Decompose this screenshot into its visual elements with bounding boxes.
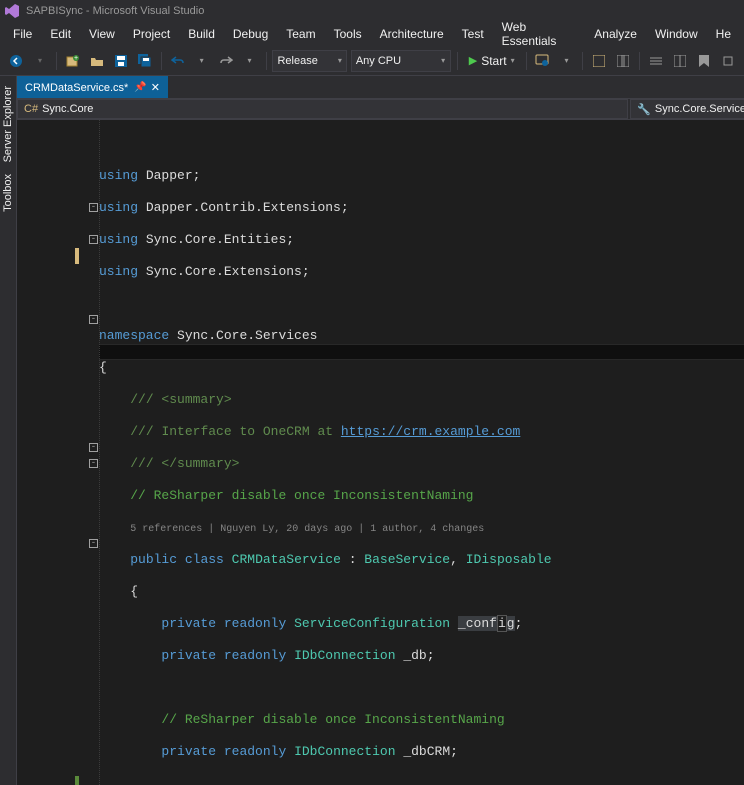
crm-url-link[interactable]: https://crm.example.com: [341, 424, 520, 439]
redo-dd[interactable]: ▾: [239, 49, 261, 73]
forward-button[interactable]: ▾: [29, 49, 51, 73]
code-content[interactable]: using Dapper; using Dapper.Contrib.Exten…: [99, 120, 744, 785]
separator: [266, 52, 267, 70]
scope-dropdown[interactable]: C# Sync.Core: [17, 99, 628, 119]
fold-toggle[interactable]: -: [89, 235, 98, 244]
separator: [56, 52, 57, 70]
menu-file[interactable]: File: [4, 24, 41, 44]
menu-view[interactable]: View: [80, 24, 124, 44]
pin-icon[interactable]: 📌: [134, 82, 146, 93]
separator: [161, 52, 162, 70]
browser-link-dd[interactable]: ▾: [555, 49, 577, 73]
title-text: SAPBISync - Microsoft Visual Studio: [26, 5, 204, 17]
new-project-button[interactable]: +: [62, 49, 84, 73]
server-explorer-tab[interactable]: Server Explorer: [0, 80, 16, 168]
btn-ext2[interactable]: [612, 49, 634, 73]
btn-ext1[interactable]: [588, 49, 610, 73]
start-button[interactable]: ▶Start▾: [463, 50, 521, 72]
save-button[interactable]: [110, 49, 132, 73]
browser-link-button[interactable]: [532, 49, 554, 73]
start-label: Start: [481, 54, 506, 68]
fold-toggle[interactable]: -: [89, 315, 98, 324]
open-button[interactable]: [86, 49, 108, 73]
vs-icon: [4, 3, 20, 19]
menu-architecture[interactable]: Architecture: [371, 24, 453, 44]
separator: [526, 52, 527, 70]
member-dropdown[interactable]: 🔧 Sync.Core.Services.CRMDataService: [630, 99, 744, 119]
fold-toggle[interactable]: -: [89, 203, 98, 212]
csharp-icon: C#: [24, 103, 38, 115]
config-label: Release: [277, 55, 317, 67]
code-editor[interactable]: - - - - - - using Dapper; using Dapper.C…: [17, 120, 744, 785]
menu-project[interactable]: Project: [124, 24, 179, 44]
menu-test[interactable]: Test: [453, 24, 493, 44]
fold-toggle[interactable]: -: [89, 539, 98, 548]
back-button[interactable]: [5, 49, 27, 73]
member-label: Sync.Core.Services.CRMDataService: [655, 103, 744, 115]
config-dropdown[interactable]: Release▾: [272, 50, 346, 72]
undo-button[interactable]: [167, 49, 189, 73]
titlebar: SAPBISync - Microsoft Visual Studio: [0, 0, 744, 22]
platform-label: Any CPU: [356, 55, 401, 67]
svg-text:+: +: [74, 55, 78, 62]
document-tab[interactable]: CRMDataService.cs* 📌 ✕: [17, 76, 168, 98]
separator: [457, 52, 458, 70]
editor-margin: - - - - - -: [17, 120, 99, 785]
separator: [582, 52, 583, 70]
tab-strip: CRMDataService.cs* 📌 ✕: [17, 76, 744, 98]
fold-toggle[interactable]: -: [89, 443, 98, 452]
close-icon[interactable]: ✕: [151, 81, 160, 94]
toolbar: ▾ + ▾ ▾ Release▾ Any CPU▾ ▶Start▾ ▾: [0, 46, 744, 76]
platform-dropdown[interactable]: Any CPU▾: [351, 50, 451, 72]
scope-label: Sync.Core: [42, 103, 93, 115]
separator: [639, 52, 640, 70]
codelens[interactable]: 5 references | Nguyen Ly, 20 days ago | …: [130, 524, 484, 535]
menu-build[interactable]: Build: [179, 24, 224, 44]
btn-ext3[interactable]: [645, 49, 667, 73]
class-icon: 🔧: [637, 103, 651, 116]
nav-strip: C# Sync.Core 🔧 Sync.Core.Services.CRMDat…: [17, 98, 744, 120]
left-tool-strip: Server Explorer Toolbox: [0, 76, 17, 785]
editor-area: CRMDataService.cs* 📌 ✕ C# Sync.Core 🔧 Sy…: [17, 76, 744, 785]
toolbox-tab[interactable]: Toolbox: [0, 168, 16, 218]
fold-toggle[interactable]: -: [89, 459, 98, 468]
menu-team[interactable]: Team: [277, 24, 324, 44]
menu-tools[interactable]: Tools: [325, 24, 371, 44]
menu-window[interactable]: Window: [646, 24, 707, 44]
menubar: File Edit View Project Build Debug Team …: [0, 22, 744, 46]
menu-debug[interactable]: Debug: [224, 24, 277, 44]
redo-button[interactable]: [215, 49, 237, 73]
btn-ext4[interactable]: [669, 49, 691, 73]
undo-dd[interactable]: ▾: [191, 49, 213, 73]
save-all-button[interactable]: [134, 49, 156, 73]
menu-edit[interactable]: Edit: [41, 24, 80, 44]
document-tab-label: CRMDataService.cs*: [25, 82, 128, 94]
menu-analyze[interactable]: Analyze: [585, 24, 646, 44]
play-icon: ▶: [469, 54, 477, 67]
btn-ext5[interactable]: [717, 49, 739, 73]
btn-bookmark[interactable]: [693, 49, 715, 73]
menu-webessentials[interactable]: Web Essentials: [493, 17, 586, 51]
menu-help[interactable]: He: [707, 24, 740, 44]
